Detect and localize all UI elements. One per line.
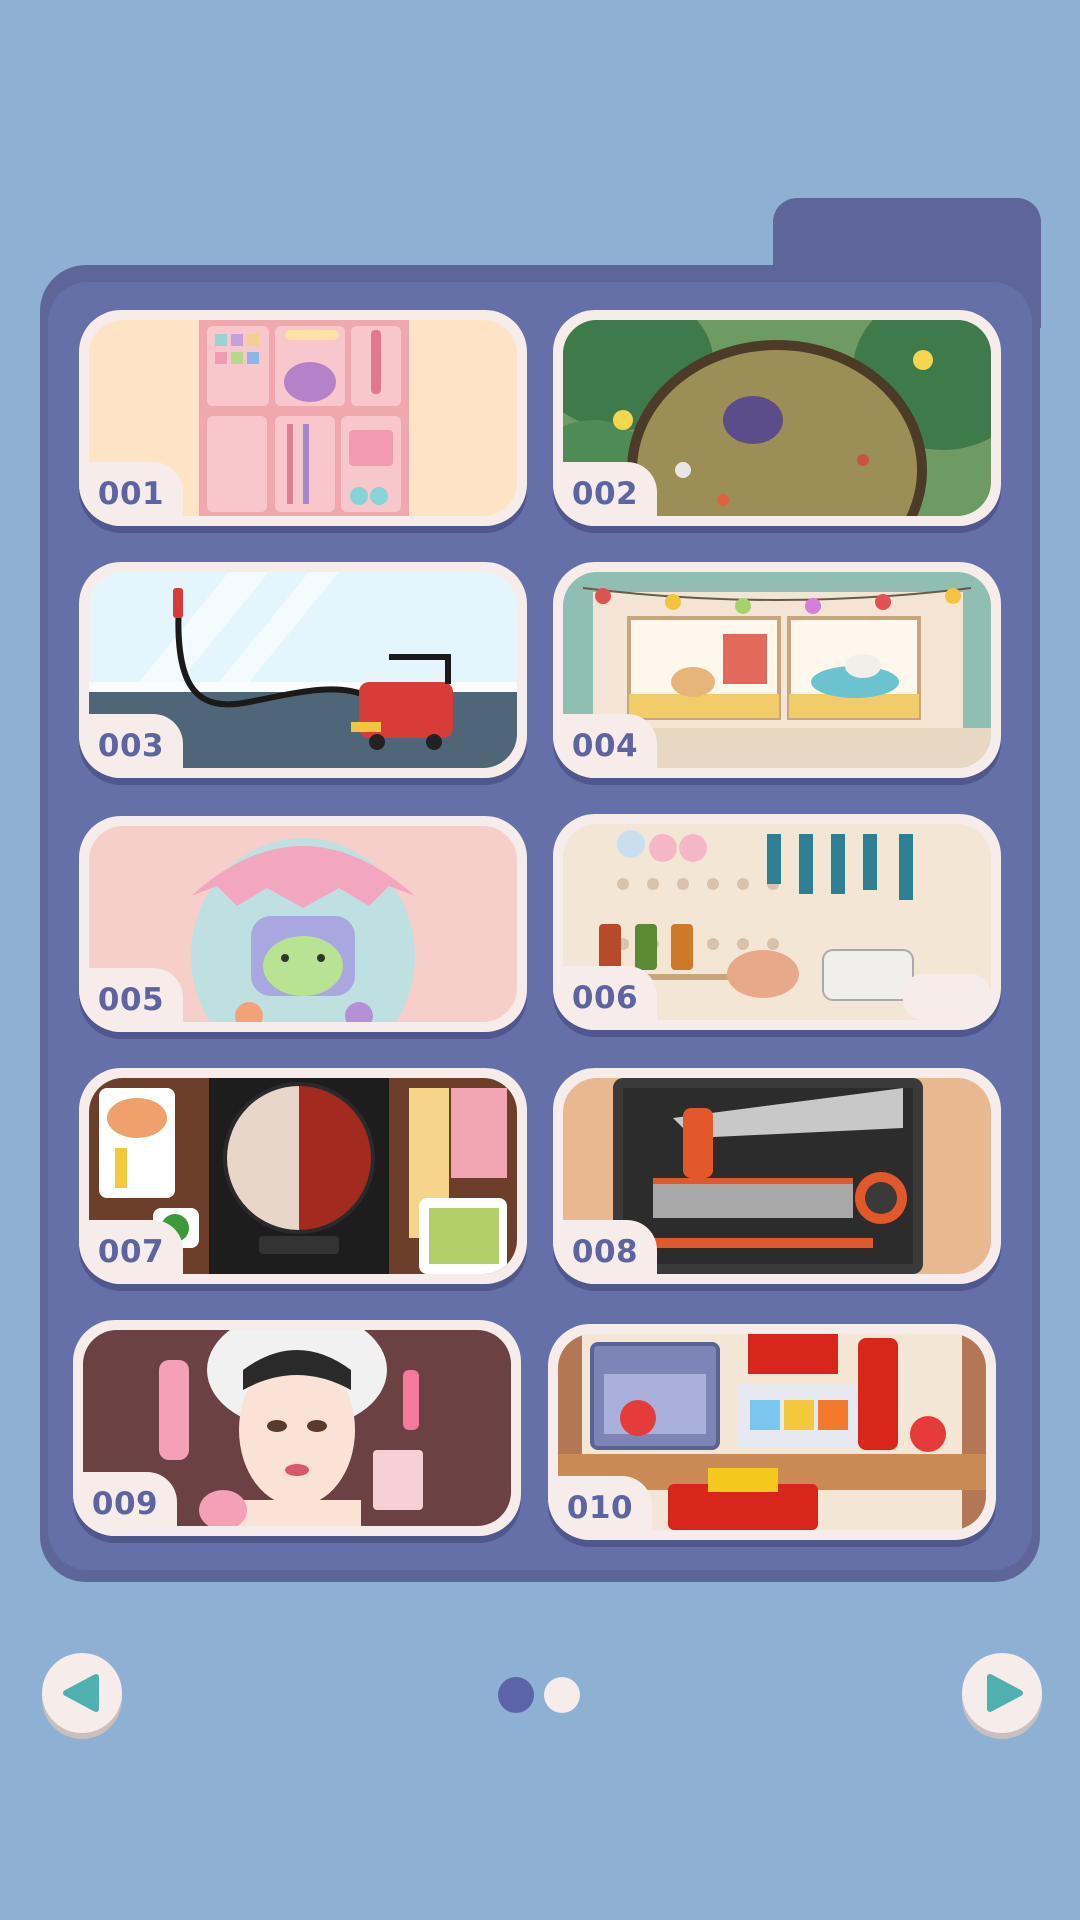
level-number: 007 bbox=[97, 1234, 165, 1270]
level-number: 009 bbox=[91, 1486, 159, 1522]
level-number-tag: 007 bbox=[79, 1220, 183, 1284]
level-card-004[interactable]: 004 bbox=[553, 562, 1001, 778]
page-indicator-inactive[interactable] bbox=[544, 1677, 580, 1713]
level-number-tag: 002 bbox=[553, 462, 657, 526]
previous-page-button[interactable] bbox=[42, 1653, 122, 1733]
level-number: 005 bbox=[97, 982, 165, 1018]
level-number: 006 bbox=[571, 980, 639, 1016]
level-number: 003 bbox=[97, 728, 165, 764]
level-card-008[interactable]: 008 bbox=[553, 1068, 1001, 1284]
level-number: 004 bbox=[571, 728, 639, 764]
level-card-009[interactable]: 009 bbox=[73, 1320, 521, 1536]
level-card-002[interactable]: 002 bbox=[553, 310, 1001, 526]
level-card-003[interactable]: 003 bbox=[79, 562, 527, 778]
page-indicator-active[interactable] bbox=[498, 1677, 534, 1713]
level-card-007[interactable]: 007 bbox=[79, 1068, 527, 1284]
level-card-005[interactable]: 005 bbox=[79, 816, 527, 1032]
level-card-001[interactable]: 001 bbox=[79, 310, 527, 526]
triangle-right-icon bbox=[987, 1674, 1023, 1712]
level-number-tag: 003 bbox=[79, 714, 183, 778]
level-number: 008 bbox=[571, 1234, 639, 1270]
triangle-left-icon bbox=[63, 1674, 99, 1712]
level-card-010[interactable]: 010 bbox=[548, 1324, 996, 1540]
level-number-tag: 010 bbox=[548, 1476, 652, 1540]
level-number-tag: 009 bbox=[73, 1472, 177, 1536]
level-number: 010 bbox=[566, 1490, 634, 1526]
level-number-tag: 004 bbox=[553, 714, 657, 778]
level-number: 002 bbox=[571, 476, 639, 512]
level-number-tag: 006 bbox=[553, 966, 657, 1030]
level-number: 001 bbox=[97, 476, 165, 512]
level-number-tag: 008 bbox=[553, 1220, 657, 1284]
level-number-tag: 005 bbox=[79, 968, 183, 1032]
level-number-tag: 001 bbox=[79, 462, 183, 526]
next-page-button[interactable] bbox=[962, 1653, 1042, 1733]
level-card-006[interactable]: 006 bbox=[553, 814, 1001, 1030]
